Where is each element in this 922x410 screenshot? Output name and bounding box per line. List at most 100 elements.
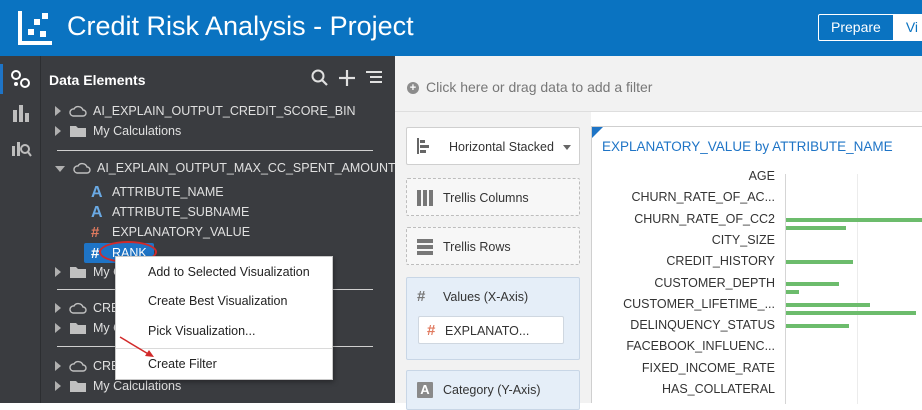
panel-title: Data Elements [49, 72, 146, 88]
active-indicator [0, 64, 3, 94]
cloud-data-icon [73, 162, 91, 174]
expand-arrow-icon[interactable] [55, 267, 61, 277]
column-label: EXPLANATORY_VALUE [112, 225, 251, 239]
visualizations-icon[interactable] [10, 102, 32, 124]
tree-calculations-3[interactable]: My C [55, 318, 122, 338]
y-tick-label: CITY_SIZE [711, 232, 775, 247]
bar[interactable] [786, 260, 853, 265]
app-logo-icon [18, 11, 52, 45]
mode-tabs: Prepare Vi [818, 14, 922, 41]
values-pill-label: EXPLANATO... [445, 324, 530, 338]
menu-add-to-selected-visualization[interactable]: Add to Selected Visualization [148, 265, 310, 279]
filter-placeholder: Click here or drag data to add a filter [426, 79, 653, 95]
y-tick-label: CHURN_RATE_OF_CC2 [634, 211, 775, 226]
folder-icon [70, 267, 86, 278]
tab-visualize[interactable]: Vi [892, 15, 922, 40]
app-header: Credit Risk Analysis - Project Prepare V… [0, 0, 922, 56]
tree-source-label: AI_EXPLAIN_OUTPUT_CREDIT_SCORE_BIN [93, 104, 356, 118]
column-explanatory-value[interactable]: # EXPLANATORY_VALUE [91, 222, 250, 242]
add-icon[interactable] [337, 68, 357, 88]
horizontal-stacked-icon [417, 138, 429, 154]
measure-icon: # [427, 322, 436, 339]
analytics-icon[interactable] [10, 136, 32, 158]
expand-arrow-icon[interactable] [55, 106, 61, 116]
annotation-arrow [119, 336, 154, 357]
y-tick-label: CUSTOMER_LIFETIME_... [623, 296, 775, 311]
text-attribute-icon: A [91, 204, 103, 221]
bar[interactable] [786, 289, 799, 294]
values-axis-label: Values (X-Axis) [443, 290, 529, 304]
visualization-card[interactable]: EXPLANATORY_VALUE by ATTRIBUTE_NAME AGE C… [591, 126, 922, 404]
tree-source-3[interactable]: CRE [55, 298, 119, 318]
expand-arrow-icon[interactable] [55, 323, 61, 333]
trellis-rows-icon [417, 239, 433, 255]
bar[interactable] [786, 217, 922, 222]
trellis-rows-label: Trellis Rows [443, 240, 511, 254]
folder-icon [70, 381, 86, 392]
expand-arrow-icon[interactable] [55, 126, 61, 136]
y-tick-label: CREDIT_HISTORY [666, 254, 775, 269]
cloud-data-icon [69, 302, 87, 314]
category-axis-label: Category (Y-Axis) [443, 383, 541, 397]
tree-divider [57, 150, 373, 151]
text-attribute-icon: A [91, 184, 103, 201]
y-tick-label: HAS_COLLATERAL [661, 382, 775, 396]
add-filter-icon[interactable]: + [407, 82, 419, 94]
tab-prepare[interactable]: Prepare [819, 15, 893, 40]
bar[interactable] [786, 281, 839, 286]
bar[interactable] [786, 302, 870, 307]
project-title: Credit Risk Analysis - Project [67, 11, 414, 41]
column-attribute-subname[interactable]: A ATTRIBUTE_SUBNAME [91, 202, 249, 222]
column-label: ATTRIBUTE_SUBNAME [112, 205, 250, 219]
expand-arrow-icon[interactable] [55, 381, 61, 391]
filter-bar[interactable]: + Click here or drag data to add a filte… [395, 56, 922, 112]
expand-arrow-icon[interactable] [55, 303, 61, 313]
trellis-columns-label: Trellis Columns [443, 191, 529, 205]
side-icon-bar [0, 56, 41, 403]
menu-create-best-visualization[interactable]: Create Best Visualization [148, 294, 287, 308]
trellis-columns-icon [417, 190, 433, 206]
y-tick-label: CUSTOMER_DEPTH [654, 275, 775, 290]
expand-arrow-icon[interactable] [55, 361, 61, 371]
y-tick-label: CHURN_RATE_OF_AC... [631, 190, 775, 205]
bar[interactable] [786, 225, 846, 230]
tree-calculations-2[interactable]: My C [55, 262, 122, 282]
visualization-type-select[interactable]: Horizontal Stacked [406, 127, 580, 165]
measure-icon: # [417, 288, 426, 305]
data-elements-icon[interactable] [10, 68, 32, 90]
trellis-rows-zone[interactable]: Trellis Rows [406, 227, 580, 265]
tree-calc-label: My Calculations [93, 124, 182, 138]
tree-calculations-1[interactable]: My Calculations [55, 121, 181, 141]
text-attribute-icon: A [417, 382, 433, 398]
menu-pick-visualization[interactable]: Pick Visualization... [148, 324, 255, 338]
bar[interactable] [786, 310, 916, 315]
tree-source-4[interactable]: CRE [55, 356, 119, 376]
menu-create-filter[interactable]: Create Filter [148, 357, 217, 371]
search-icon[interactable] [310, 68, 330, 88]
y-tick-label: AGE [748, 169, 775, 183]
values-pill[interactable]: # EXPLANATO... [418, 316, 564, 344]
tree-source-1[interactable]: AI_EXPLAIN_OUTPUT_CREDIT_SCORE_BIN [55, 101, 356, 121]
category-y-axis-zone[interactable]: A Category (Y-Axis) [406, 370, 580, 410]
y-tick-label: FIXED_INCOME_RATE [641, 360, 775, 375]
tree-source-label: AI_EXPLAIN_OUTPUT_MAX_CC_SPENT_AMOUNT [97, 161, 396, 175]
bar[interactable] [786, 324, 849, 329]
selected-corner-marker [592, 127, 603, 138]
tree-source-2[interactable]: AI_EXPLAIN_OUTPUT_MAX_CC_SPENT_AMOUNT [55, 158, 396, 178]
cloud-data-icon [69, 105, 87, 117]
visualization-type-label: Horizontal Stacked [449, 140, 554, 154]
menu-icon[interactable] [364, 68, 384, 88]
folder-icon [70, 323, 86, 334]
chevron-down-icon[interactable] [563, 145, 571, 150]
measure-icon: # [91, 224, 100, 241]
values-x-axis-zone[interactable]: # Values (X-Axis) # EXPLANATO... [406, 277, 580, 360]
y-tick-label: FACEBOOK_INFLUENC... [626, 339, 775, 354]
cloud-data-icon [69, 360, 87, 372]
column-attribute-name[interactable]: A ATTRIBUTE_NAME [91, 182, 224, 202]
context-menu: Add to Selected Visualization Create Bes… [115, 256, 333, 380]
trellis-columns-zone[interactable]: Trellis Columns [406, 178, 580, 216]
chart-title: EXPLANATORY_VALUE by ATTRIBUTE_NAME [602, 139, 893, 154]
collapse-arrow-icon[interactable] [55, 166, 65, 172]
folder-icon [70, 126, 86, 137]
grammar-panel: Horizontal Stacked Trellis Columns Trell… [395, 112, 591, 410]
